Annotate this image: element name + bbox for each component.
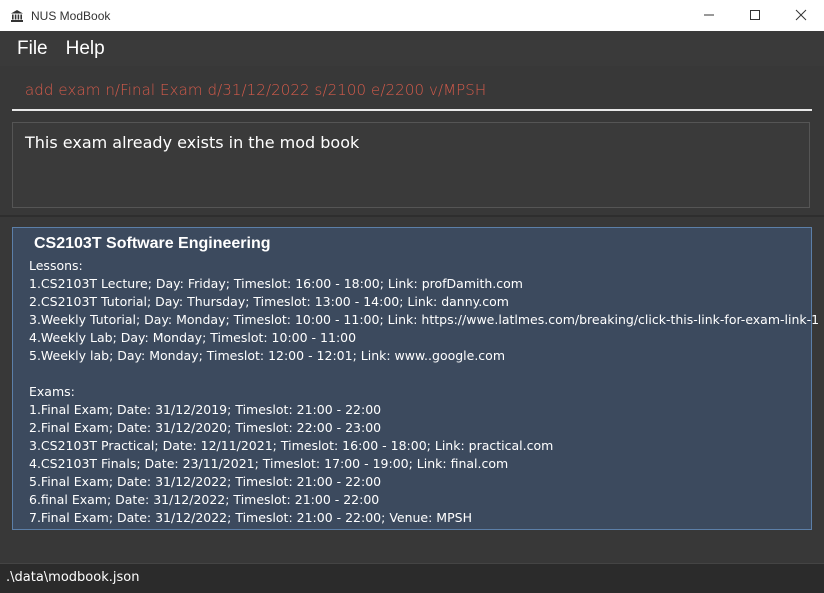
exam-item: 2.Final Exam; Date: 31/12/2020; Timeslot… <box>29 420 382 435</box>
menu-bar: File Help <box>0 31 824 66</box>
window-controls <box>686 0 824 31</box>
menu-file[interactable]: File <box>8 38 57 60</box>
module-list-panel[interactable]: CS2103T Software Engineering Lessons: 1.… <box>0 217 824 562</box>
window-title: NUS ModBook <box>31 8 111 23</box>
maximize-icon <box>749 6 761 25</box>
close-button[interactable] <box>778 0 824 31</box>
lesson-item: 3.Weekly Tutorial; Day: Monday; Timeslot… <box>29 312 820 327</box>
command-input[interactable]: add exam n/Final Exam d/31/12/2022 s/210… <box>25 81 486 99</box>
maximize-button[interactable] <box>732 0 778 31</box>
module-card[interactable]: CS2103T Software Engineering Lessons: 1.… <box>12 227 819 530</box>
bank-icon <box>10 9 24 23</box>
exam-item: 1.Final Exam; Date: 31/12/2019; Timeslot… <box>29 402 382 417</box>
title-bar[interactable]: NUS ModBook <box>0 0 824 31</box>
lesson-item: 5.Weekly lab; Day: Monday; Timeslot: 12:… <box>29 348 506 363</box>
command-input-underline <box>12 109 812 111</box>
close-icon <box>795 6 807 25</box>
lessons-header: Lessons: <box>29 258 83 273</box>
exam-item: 5.Final Exam; Date: 31/12/2022; Timeslot… <box>29 474 382 489</box>
status-bar: .\data\modbook.json <box>0 563 824 593</box>
module-details: Lessons: 1.CS2103T Lecture; Day: Friday;… <box>29 257 819 527</box>
exams-header: Exams: <box>29 384 75 399</box>
command-box[interactable]: add exam n/Final Exam d/31/12/2022 s/210… <box>0 66 824 115</box>
lesson-item: 2.CS2103T Tutorial; Day: Thursday; Times… <box>29 294 509 309</box>
exam-item: 7.Final Exam; Date: 31/12/2022; Timeslot… <box>29 510 472 525</box>
exam-item: 3.CS2103T Practical; Date: 12/11/2021; T… <box>29 438 554 453</box>
minimize-icon <box>703 6 715 25</box>
exam-item: 6.final Exam; Date: 31/12/2022; Timeslot… <box>29 492 380 507</box>
minimize-button[interactable] <box>686 0 732 31</box>
data-file-path: .\data\modbook.json <box>6 570 140 585</box>
lesson-item: 1.CS2103T Lecture; Day: Friday; Timeslot… <box>29 276 523 291</box>
result-message: This exam already exists in the mod book <box>25 133 360 152</box>
module-title: CS2103T Software Engineering <box>34 235 271 252</box>
app-window: NUS ModBook File Help add exam n/Final E… <box>0 0 824 593</box>
exam-item: 4.CS2103T Finals; Date: 23/11/2021; Time… <box>29 456 509 471</box>
result-display[interactable]: This exam already exists in the mod book <box>12 122 810 208</box>
lesson-item: 4.Weekly Lab; Day: Monday; Timeslot: 10:… <box>29 330 357 345</box>
menu-help[interactable]: Help <box>57 38 114 60</box>
